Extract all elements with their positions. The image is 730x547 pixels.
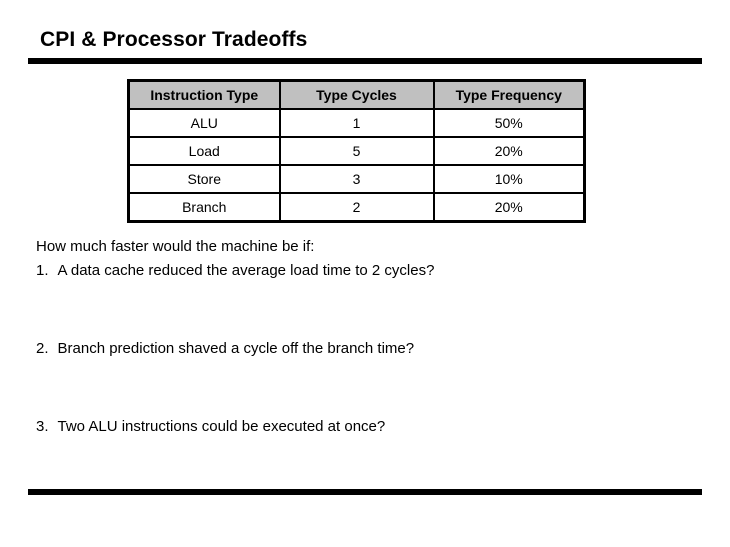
cell-type-cycles: 5	[278, 136, 435, 166]
cell-type-frequency: 20%	[432, 136, 586, 166]
footer-divider-rule	[28, 489, 702, 495]
table-header-row: Instruction Type Type Cycles Type Freque…	[127, 79, 586, 110]
cell-instruction-type: ALU	[127, 108, 281, 138]
table-row: Store 3 10%	[127, 164, 586, 194]
questions-lead-line: How much faster would the machine be if:	[36, 238, 315, 255]
cell-type-frequency: 20%	[432, 192, 586, 223]
question-number: 3.	[36, 418, 49, 435]
question-text: Two ALU instructions could be executed a…	[57, 418, 386, 435]
question-text: A data cache reduced the average load ti…	[57, 262, 435, 279]
column-header-type-frequency: Type Frequency	[432, 79, 586, 110]
page-title: CPI & Processor Tradeoffs	[40, 28, 308, 51]
cell-type-cycles: 3	[278, 164, 435, 194]
question-number: 1.	[36, 262, 49, 279]
table-row: ALU 1 50%	[127, 108, 586, 138]
question-text: Branch prediction shaved a cycle off the…	[57, 340, 415, 357]
question-item-3: 3. Two ALU instructions could be execute…	[36, 416, 696, 438]
questions-block: How much faster would the machine be if:…	[36, 236, 696, 438]
cell-instruction-type: Branch	[127, 192, 281, 223]
column-header-type-cycles: Type Cycles	[278, 79, 435, 110]
cell-type-frequency: 50%	[432, 108, 586, 138]
title-divider-rule	[28, 58, 702, 64]
question-item-2: 2. Branch prediction shaved a cycle off …	[36, 338, 696, 360]
column-header-instruction-type: Instruction Type	[127, 79, 281, 110]
question-item-1: 1. A data cache reduced the average load…	[36, 260, 696, 282]
cell-instruction-type: Store	[127, 164, 281, 194]
question-number: 2.	[36, 340, 49, 357]
slide-canvas: CPI & Processor Tradeoffs Instruction Ty…	[0, 0, 730, 547]
cell-type-frequency: 10%	[432, 164, 586, 194]
cell-instruction-type: Load	[127, 136, 281, 166]
cell-type-cycles: 1	[278, 108, 435, 138]
instruction-mix-table: Instruction Type Type Cycles Type Freque…	[127, 79, 586, 223]
table-row: Branch 2 20%	[127, 192, 586, 223]
table-row: Load 5 20%	[127, 136, 586, 166]
cell-type-cycles: 2	[278, 192, 435, 223]
